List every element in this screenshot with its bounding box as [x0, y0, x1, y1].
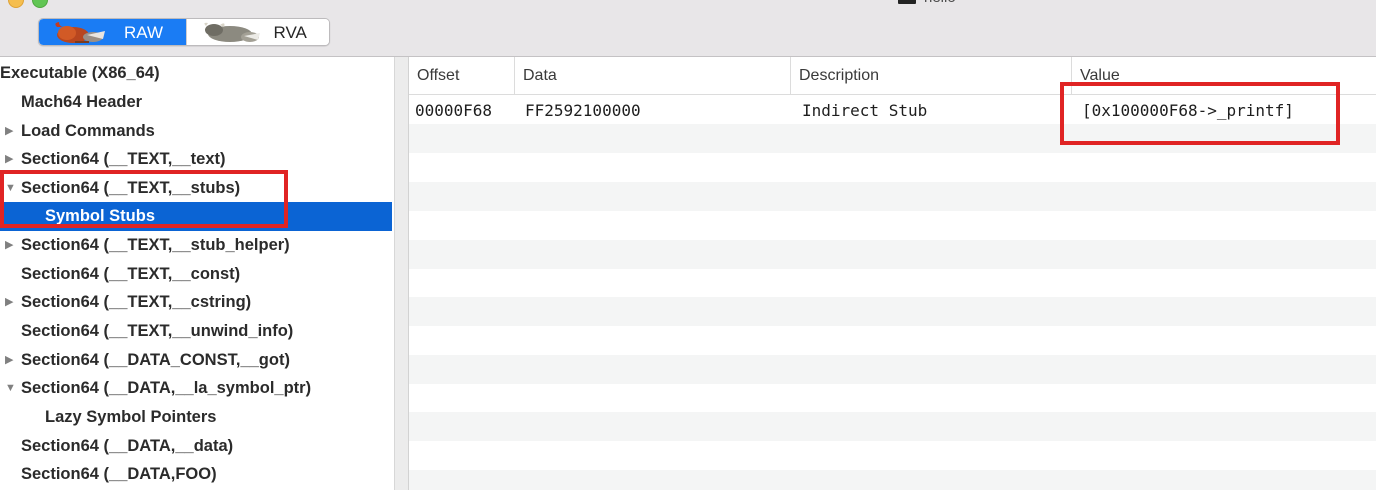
tree-item-executable[interactable]: Executable (X86_64): [0, 59, 392, 88]
tree-item-label: Section64 (__DATA,__la_symbol_ptr): [21, 379, 312, 397]
column-header-value[interactable]: Value: [1071, 57, 1376, 94]
tree-item-label: Section64 (__DATA,__data): [21, 437, 234, 455]
table-stripe: [409, 297, 1376, 326]
rooster-image: [55, 22, 105, 43]
raw-label: RAW: [124, 23, 164, 42]
zoom-button[interactable]: [32, 0, 48, 8]
table-stripe: [409, 412, 1376, 441]
table-stripe: [409, 470, 1376, 490]
tree-item-label: Section64 (__TEXT,__stub_helper): [21, 236, 290, 254]
tree-item-label: Executable (X86_64): [0, 64, 160, 82]
tree-item-load-commands[interactable]: ▶ Load Commands: [0, 117, 392, 146]
table-stripe: [409, 240, 1376, 269]
rva-segment-button[interactable]: RVA: [186, 19, 329, 45]
tree-item-section-text-const[interactable]: Section64 (__TEXT,__const): [0, 260, 392, 289]
detail-table: Offset Data Description Value 00000F68 F…: [409, 57, 1376, 490]
tree-item-symbol-stubs[interactable]: Symbol Stubs: [0, 202, 392, 231]
disclosure-triangle-right-icon[interactable]: ▶: [5, 231, 13, 260]
split-view-divider[interactable]: [395, 57, 409, 490]
table-stripe: [409, 182, 1376, 211]
tree-item-label: Section64 (__TEXT,__unwind_info): [21, 322, 294, 340]
tree-item-section-text-stub-helper[interactable]: ▶ Section64 (__TEXT,__stub_helper): [0, 231, 392, 260]
table-row[interactable]: 00000F68 FF2592100000 Indirect Stub [0x1…: [409, 95, 1376, 124]
tree-item-section-text-cstring[interactable]: ▶ Section64 (__TEXT,__cstring): [0, 288, 392, 317]
disclosure-triangle-down-icon[interactable]: ▼: [5, 174, 16, 203]
window-title-text: hello: [924, 0, 956, 8]
tree-item-section-text-stubs[interactable]: ▼ Section64 (__TEXT,__stubs): [0, 174, 392, 203]
tree-item-section-data-foo[interactable]: Section64 (__DATA,FOO): [0, 460, 392, 489]
tree-item-label: Section64 (__TEXT,__stubs): [21, 179, 241, 197]
tree-item-label: Section64 (__TEXT,__text): [21, 150, 226, 168]
table-header: Offset Data Description Value: [409, 57, 1376, 95]
column-header-description[interactable]: Description: [790, 57, 1071, 94]
tree-item-label: Mach64 Header: [21, 93, 143, 111]
cell-offset: 00000F68: [415, 101, 493, 120]
tree-item-section-text-text[interactable]: ▶ Section64 (__TEXT,__text): [0, 145, 392, 174]
disclosure-triangle-right-icon[interactable]: ▶: [5, 346, 13, 375]
cell-description: Indirect Stub: [802, 101, 928, 120]
window-toolbar: hello RAW RVA: [0, 0, 1376, 57]
rva-label: RVA: [273, 23, 307, 42]
tree-item-label: Symbol Stubs: [45, 207, 156, 225]
tree-item-label: Section64 (__TEXT,__const): [21, 265, 241, 283]
tree-item-section-data-data[interactable]: Section64 (__DATA,__data): [0, 432, 392, 461]
cell-data: FF2592100000: [525, 101, 641, 120]
tree-item-label: Section64 (__DATA_CONST,__got): [21, 351, 290, 369]
tree-item-section-data-const-got[interactable]: ▶ Section64 (__DATA_CONST,__got): [0, 346, 392, 375]
tree-item-lazy-symbol-pointers[interactable]: Lazy Symbol Pointers: [0, 403, 392, 432]
bull-image: [204, 22, 261, 42]
column-header-data[interactable]: Data: [514, 57, 790, 94]
disclosure-triangle-down-icon[interactable]: ▼: [5, 374, 16, 403]
raw-rva-segmented-control: RAW RVA: [38, 18, 330, 46]
document-icon: [898, 0, 916, 4]
column-header-offset[interactable]: Offset: [409, 57, 514, 94]
tree-item-label: Section64 (__DATA,FOO): [21, 465, 217, 483]
minimize-button[interactable]: [8, 0, 24, 8]
disclosure-triangle-right-icon[interactable]: ▶: [5, 145, 13, 174]
disclosure-triangle-right-icon[interactable]: ▶: [5, 117, 13, 146]
tree-item-label: Lazy Symbol Pointers: [45, 408, 217, 426]
tree-item-section-text-unwind-info[interactable]: Section64 (__TEXT,__unwind_info): [0, 317, 392, 346]
tree-item-mach64-header[interactable]: Mach64 Header: [0, 88, 392, 117]
tree-item-label: Load Commands: [21, 122, 155, 140]
disclosure-triangle-right-icon[interactable]: ▶: [5, 288, 13, 317]
sidebar-tree: Executable (X86_64) Mach64 Header ▶ Load…: [0, 57, 395, 490]
table-stripe: [409, 355, 1376, 384]
cell-value: [0x100000F68->_printf]: [1082, 101, 1294, 120]
tree-item-label: Section64 (__TEXT,__cstring): [21, 293, 252, 311]
tree-item-section-data-la-symbol-ptr[interactable]: ▼ Section64 (__DATA,__la_symbol_ptr): [0, 374, 392, 403]
table-stripe: [409, 124, 1376, 153]
raw-segment-button[interactable]: RAW: [39, 19, 187, 45]
